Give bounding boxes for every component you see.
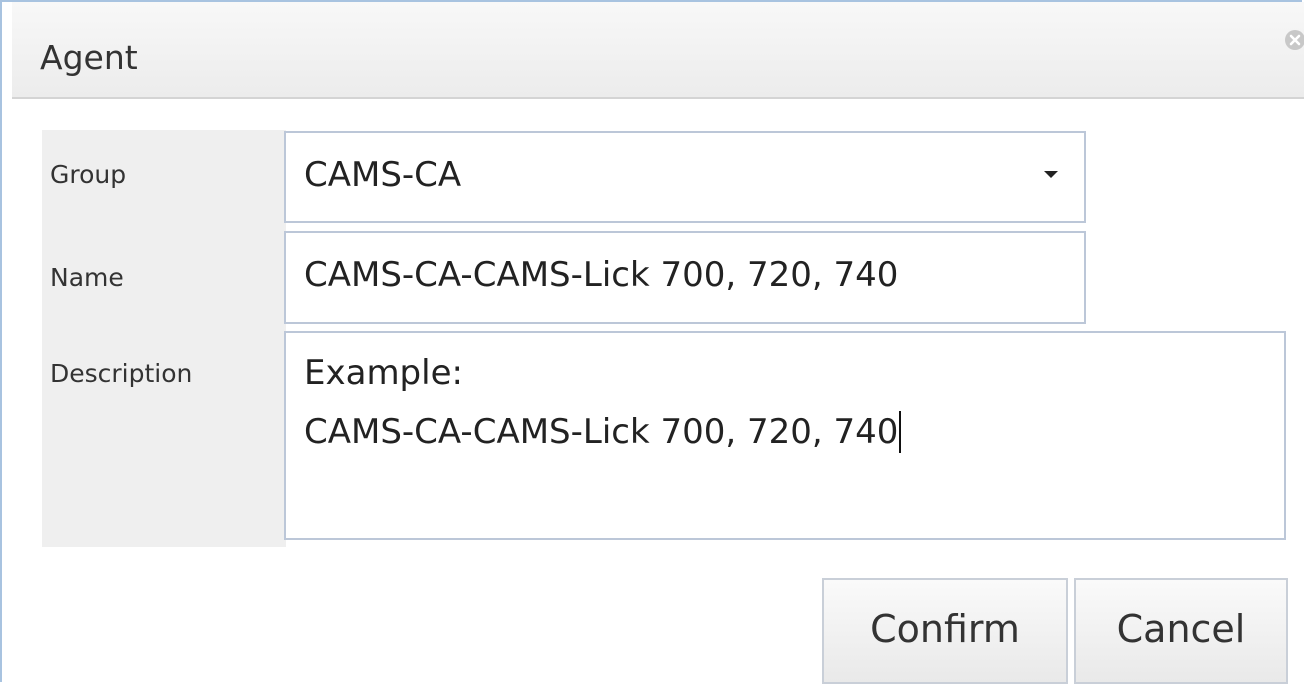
description-line-2-wrap: CAMS-CA-CAMS-Lick 700, 720, 740 [304,411,902,453]
name-input-value: CAMS-CA-CAMS-Lick 700, 720, 740 [304,255,899,295]
confirm-button[interactable]: Confirm [822,578,1068,684]
group-select-value: CAMS-CA [304,155,462,195]
dialog-titlebar[interactable]: Agent [12,2,1304,99]
group-label: Group [50,160,127,189]
cancel-button[interactable]: Cancel [1074,578,1288,684]
name-label: Name [50,263,124,292]
description-label: Description [50,359,193,388]
group-select[interactable]: CAMS-CA [284,131,1086,223]
caret-down-icon[interactable] [1044,171,1058,178]
name-input[interactable]: CAMS-CA-CAMS-Lick 700, 720, 740 [284,231,1086,324]
description-textarea[interactable]: Example: CAMS-CA-CAMS-Lick 700, 720, 740 [284,331,1286,540]
dialog-title: Agent [40,38,138,77]
text-cursor [899,411,902,453]
agent-dialog: Agent Group CAMS-CA Name CAMS-CA-CAMS-Li… [0,0,1304,684]
description-line-1: Example: [304,353,463,393]
form-label-column [42,130,286,547]
description-line-2: CAMS-CA-CAMS-Lick 700, 720, 740 [304,412,899,452]
close-icon[interactable] [1284,29,1304,51]
